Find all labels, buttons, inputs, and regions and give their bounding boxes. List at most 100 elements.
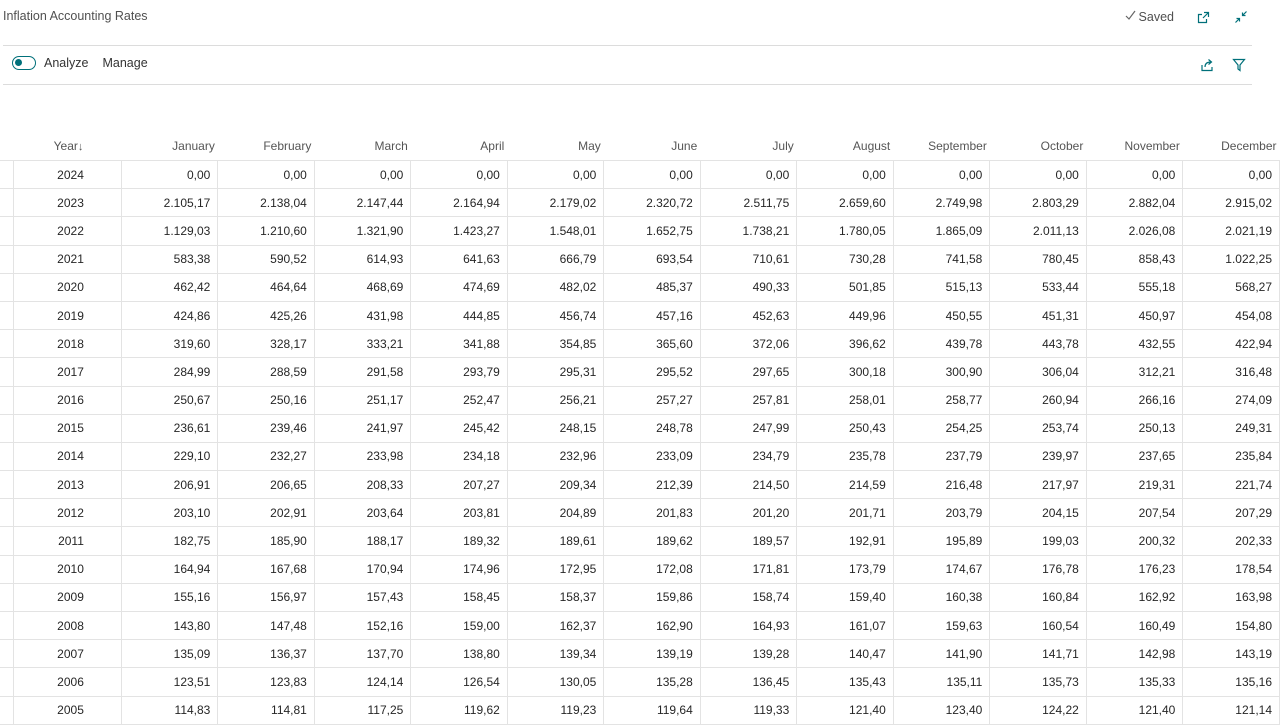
rate-cell[interactable]: 234,18: [410, 441, 508, 472]
rate-cell[interactable]: 0,00: [603, 159, 701, 190]
rate-cell[interactable]: 1.423,27: [410, 216, 508, 246]
rate-cell[interactable]: 237,65: [1085, 441, 1184, 472]
rate-cell[interactable]: 138,80: [410, 639, 508, 669]
rate-cell[interactable]: 454,08: [1182, 300, 1280, 331]
rate-cell[interactable]: 189,61: [506, 526, 605, 556]
rate-cell[interactable]: 155,16: [120, 582, 219, 613]
month-header[interactable]: December: [1183, 132, 1280, 161]
rate-cell[interactable]: 2.026,08: [1085, 216, 1184, 246]
rate-cell[interactable]: 174,96: [410, 554, 508, 584]
rate-cell[interactable]: 214,59: [796, 470, 894, 500]
rate-cell[interactable]: 207,54: [1085, 498, 1184, 528]
rate-cell[interactable]: 730,28: [796, 244, 894, 274]
rate-cell[interactable]: 195,89: [892, 526, 991, 556]
rate-cell[interactable]: 203,64: [313, 498, 412, 528]
rate-cell[interactable]: 568,27: [1182, 272, 1280, 302]
rate-cell[interactable]: 189,62: [603, 526, 701, 556]
rate-cell[interactable]: 192,91: [796, 526, 894, 556]
rate-cell[interactable]: 1.210,60: [217, 216, 315, 246]
rate-cell[interactable]: 1.738,21: [699, 216, 798, 246]
rate-cell[interactable]: 135,43: [796, 667, 894, 697]
rate-cell[interactable]: 188,17: [313, 526, 412, 556]
rate-cell[interactable]: 439,78: [892, 329, 991, 359]
rate-cell[interactable]: 1.129,03: [120, 216, 219, 246]
rate-cell[interactable]: 124,22: [989, 695, 1087, 725]
rate-cell[interactable]: 464,64: [217, 272, 315, 302]
rate-cell[interactable]: 0,00: [120, 159, 219, 190]
rate-cell[interactable]: 147,48: [217, 610, 315, 641]
table-row[interactable]: 2022 1.129,03 1.210,60 1.321,90 1.423,27 1.54…: [0, 216, 1280, 246]
rate-cell[interactable]: 114,81: [217, 695, 315, 725]
rate-cell[interactable]: 121,40: [796, 695, 894, 725]
rate-cell[interactable]: 0,00: [699, 159, 798, 190]
rate-cell[interactable]: 372,06: [699, 329, 798, 359]
rate-cell[interactable]: 130,05: [506, 667, 605, 697]
rate-cell[interactable]: 219,31: [1085, 470, 1184, 500]
row-selector[interactable]: [0, 385, 15, 415]
table-row[interactable]: 2010 164,94 167,68 170,94 174,96 172,95 172,08…: [0, 554, 1280, 584]
rate-cell[interactable]: 741,58: [892, 244, 991, 274]
rate-cell[interactable]: 462,42: [120, 272, 219, 302]
analyze-toggle[interactable]: [12, 56, 36, 70]
table-row[interactable]: 2021 583,38 590,52 614,93 641,63 666,79 693,54…: [0, 244, 1280, 274]
rate-cell[interactable]: 1.548,01: [506, 216, 605, 246]
rate-cell[interactable]: 139,34: [506, 639, 605, 669]
rate-cell[interactable]: 123,40: [892, 695, 991, 725]
rate-cell[interactable]: 449,96: [796, 300, 894, 331]
rate-cell[interactable]: 780,45: [989, 244, 1087, 274]
rate-cell[interactable]: 515,13: [892, 272, 991, 302]
rate-cell[interactable]: 161,07: [796, 610, 894, 641]
rate-cell[interactable]: 143,19: [1182, 639, 1280, 669]
rate-cell[interactable]: 239,46: [217, 413, 315, 443]
row-selector[interactable]: [0, 272, 15, 302]
table-row[interactable]: 2015 236,61 239,46 241,97 245,42 248,15 248,78…: [0, 413, 1280, 443]
row-selector[interactable]: [0, 441, 15, 472]
rate-cell[interactable]: 432,55: [1085, 329, 1184, 359]
table-row[interactable]: 2013 206,91 206,65 208,33 207,27 209,34 212,39…: [0, 470, 1280, 500]
share-icon[interactable]: [1198, 56, 1216, 74]
row-selector[interactable]: [0, 610, 15, 641]
rate-cell[interactable]: 247,99: [699, 413, 798, 443]
row-selector[interactable]: [0, 188, 15, 218]
rate-cell[interactable]: 284,99: [120, 357, 219, 387]
rate-cell[interactable]: 254,25: [892, 413, 991, 443]
open-new-window-icon[interactable]: [1194, 8, 1212, 26]
row-selector[interactable]: [0, 639, 15, 669]
rate-cell[interactable]: 444,85: [410, 300, 508, 331]
rate-cell[interactable]: 203,79: [892, 498, 991, 528]
row-selector[interactable]: [0, 216, 15, 246]
rate-cell[interactable]: 258,77: [892, 385, 991, 415]
rate-cell[interactable]: 354,85: [506, 329, 605, 359]
rate-cell[interactable]: 485,37: [603, 272, 701, 302]
rate-cell[interactable]: 172,08: [603, 554, 701, 584]
rate-cell[interactable]: 641,63: [410, 244, 508, 274]
rate-cell[interactable]: 2.882,04: [1085, 188, 1184, 218]
rate-cell[interactable]: 232,96: [506, 441, 605, 472]
rate-cell[interactable]: 0,00: [1085, 159, 1184, 190]
rate-cell[interactable]: 1.652,75: [603, 216, 701, 246]
rate-cell[interactable]: 232,27: [217, 441, 315, 472]
rate-cell[interactable]: 450,97: [1085, 300, 1184, 331]
rate-cell[interactable]: 237,79: [892, 441, 991, 472]
rate-cell[interactable]: 202,33: [1182, 526, 1280, 556]
rate-cell[interactable]: 0,00: [217, 159, 315, 190]
table-row[interactable]: 2020 462,42 464,64 468,69 474,69 482,02 485,37…: [0, 272, 1280, 302]
month-header[interactable]: September: [893, 132, 990, 161]
rate-cell[interactable]: 162,90: [603, 610, 701, 641]
rate-cell[interactable]: 501,85: [796, 272, 894, 302]
rate-cell[interactable]: 207,27: [410, 470, 508, 500]
rate-cell[interactable]: 199,03: [989, 526, 1087, 556]
rate-cell[interactable]: 119,64: [603, 695, 701, 725]
row-selector[interactable]: [0, 300, 15, 331]
rate-cell[interactable]: 257,81: [699, 385, 798, 415]
analyze-label[interactable]: Analyze: [44, 56, 88, 70]
rate-cell[interactable]: 431,98: [313, 300, 412, 331]
rate-cell[interactable]: 2.179,02: [506, 188, 605, 218]
rate-cell[interactable]: 316,48: [1182, 357, 1280, 387]
row-selector[interactable]: [0, 582, 15, 613]
rate-cell[interactable]: 206,65: [217, 470, 315, 500]
rate-cell[interactable]: 2.011,13: [989, 216, 1087, 246]
year-cell[interactable]: 2009: [13, 582, 122, 613]
rate-cell[interactable]: 189,57: [699, 526, 798, 556]
row-selector[interactable]: [0, 244, 15, 274]
